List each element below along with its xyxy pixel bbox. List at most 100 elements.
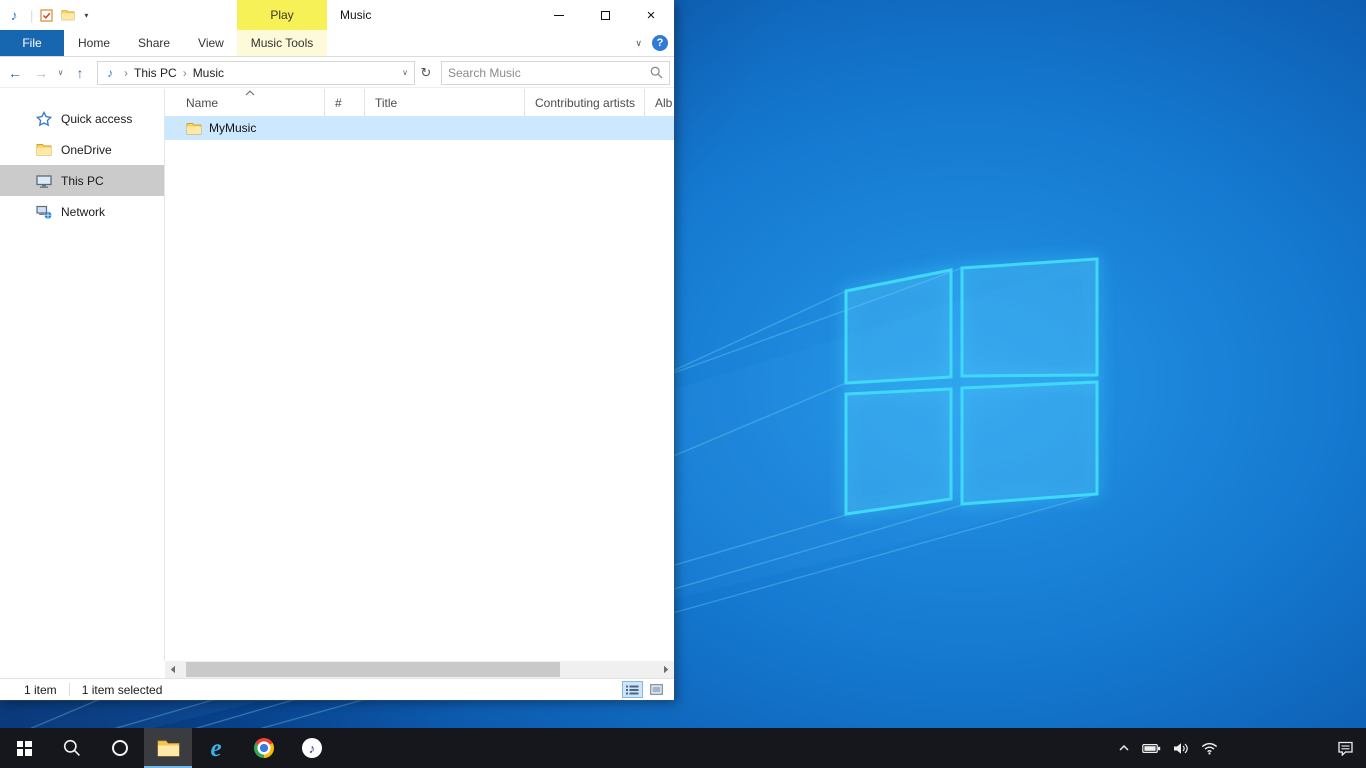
window-body: Quick access OneDrive This PC (0, 89, 674, 661)
sidebar-item-label: OneDrive (61, 143, 112, 157)
location-music-icon: ♪ (98, 66, 122, 80)
qat-separator: | (30, 8, 33, 23)
file-row-mymusic[interactable]: MyMusic (165, 116, 674, 140)
breadcrumb[interactable]: ♪ › This PC › Music ∨ (97, 61, 415, 85)
column-headers: Name # Title Contributing artists Alb (165, 89, 674, 116)
column-label: Name (186, 96, 218, 110)
breadcrumb-separator: › (181, 66, 189, 80)
column-header-title[interactable]: Title (365, 89, 525, 116)
cortana-button[interactable] (96, 728, 144, 768)
taskbar-file-explorer-button[interactable] (144, 728, 192, 768)
taskbar-search-button[interactable] (48, 728, 96, 768)
folder-icon (186, 122, 202, 135)
forward-icon[interactable]: → (28, 60, 54, 86)
column-label: Contributing artists (535, 96, 635, 110)
volume-icon[interactable] (1173, 742, 1189, 755)
file-explorer-icon (157, 739, 180, 757)
title-bar[interactable]: ♪ | ▾ Play Music × (0, 0, 674, 30)
sidebar-item-onedrive[interactable]: OneDrive (0, 134, 164, 165)
scroll-left-icon[interactable] (165, 661, 181, 678)
breadcrumb-this-pc[interactable]: This PC (130, 66, 181, 80)
window-controls: × (536, 0, 674, 30)
scrollbar-track[interactable] (181, 661, 658, 678)
tab-home[interactable]: Home (64, 30, 124, 56)
sidebar-item-network[interactable]: Network (0, 196, 164, 227)
search-icon[interactable] (650, 66, 663, 79)
back-icon[interactable]: ← (2, 60, 28, 86)
star-icon (36, 111, 52, 127)
minimize-icon (554, 15, 564, 16)
view-toggles (622, 681, 667, 698)
collapse-ribbon-icon[interactable]: ∨ (635, 38, 642, 49)
system-tray (1118, 728, 1218, 768)
large-icons-view-button[interactable] (646, 681, 667, 698)
file-name: MyMusic (209, 121, 256, 135)
column-header-number[interactable]: # (325, 89, 365, 116)
minimize-button[interactable] (536, 0, 582, 30)
details-view-button[interactable] (622, 681, 643, 698)
music-note-app-icon: ♪ (0, 7, 28, 23)
qat-dropdown-icon[interactable]: ▾ (79, 11, 93, 20)
maximize-button[interactable] (582, 0, 628, 30)
window-title: Music (340, 0, 371, 30)
scroll-right-icon[interactable] (658, 661, 674, 678)
refresh-icon[interactable]: ↻ (415, 65, 437, 81)
show-hidden-icons-chevron[interactable] (1118, 744, 1130, 752)
recent-locations-icon[interactable]: ∨ (54, 60, 67, 86)
network-wifi-icon[interactable] (1201, 742, 1218, 755)
start-button[interactable] (0, 728, 48, 768)
cortana-icon (112, 740, 128, 756)
status-separator (69, 683, 70, 696)
folder-icon (36, 143, 52, 156)
new-folder-icon[interactable] (57, 4, 79, 26)
ribbon-tab-row: File Home Share View Music Tools ∨ ? (0, 30, 674, 57)
search-icon (63, 739, 81, 757)
file-explorer-window: ♪ | ▾ Play Music × File Home Share View … (0, 0, 674, 700)
ribbon-right-controls: ∨ ? (635, 30, 668, 56)
column-label: Title (375, 96, 397, 110)
close-button[interactable]: × (628, 0, 674, 30)
scrollbar-thumb[interactable] (186, 662, 560, 677)
selection-count: 1 item selected (82, 683, 163, 697)
status-bar: 1 item 1 item selected (0, 678, 674, 700)
breadcrumb-separator: › (122, 66, 130, 80)
taskbar: e ♪ (0, 728, 1366, 768)
search-box[interactable] (441, 61, 670, 85)
itunes-icon: ♪ (302, 738, 322, 758)
action-center-button[interactable] (1337, 728, 1354, 768)
taskbar-internet-explorer-button[interactable]: e (192, 728, 240, 768)
help-icon[interactable]: ? (652, 35, 668, 51)
sidebar-item-label: Quick access (61, 112, 132, 126)
column-label: # (335, 96, 342, 110)
action-center-icon (1337, 740, 1354, 756)
horizontal-scrollbar[interactable] (165, 661, 674, 678)
column-label: Alb (655, 96, 672, 110)
battery-icon[interactable] (1142, 743, 1161, 754)
tab-music-tools[interactable]: Music Tools (237, 30, 327, 56)
chrome-icon (254, 738, 274, 758)
maximize-icon (601, 11, 610, 20)
tab-file[interactable]: File (0, 30, 64, 56)
close-icon: × (647, 7, 656, 24)
item-count: 1 item (24, 683, 57, 697)
file-list: Name # Title Contributing artists Alb My… (165, 89, 674, 661)
column-header-contributing-artists[interactable]: Contributing artists (525, 89, 645, 116)
windows-logo-icon (17, 741, 32, 756)
tab-share[interactable]: Share (124, 30, 184, 56)
taskbar-itunes-button[interactable]: ♪ (288, 728, 336, 768)
sidebar-item-this-pc[interactable]: This PC (0, 165, 164, 196)
sort-ascending-icon (245, 90, 255, 96)
breadcrumb-music[interactable]: Music (189, 66, 228, 80)
navigation-pane: Quick access OneDrive This PC (0, 89, 165, 661)
address-dropdown-icon[interactable]: ∨ (396, 68, 414, 77)
column-header-album[interactable]: Alb (645, 89, 674, 116)
taskbar-chrome-button[interactable] (240, 728, 288, 768)
internet-explorer-icon: e (210, 736, 221, 761)
search-input[interactable] (448, 66, 650, 80)
up-icon[interactable]: ↑ (67, 60, 93, 86)
sidebar-item-quick-access[interactable]: Quick access (0, 103, 164, 134)
music-tools-play-chip[interactable]: Play (237, 0, 327, 30)
tab-view[interactable]: View (184, 30, 238, 56)
address-bar: ← → ∨ ↑ ♪ › This PC › Music ∨ ↻ (0, 58, 674, 88)
properties-icon[interactable] (35, 4, 57, 26)
